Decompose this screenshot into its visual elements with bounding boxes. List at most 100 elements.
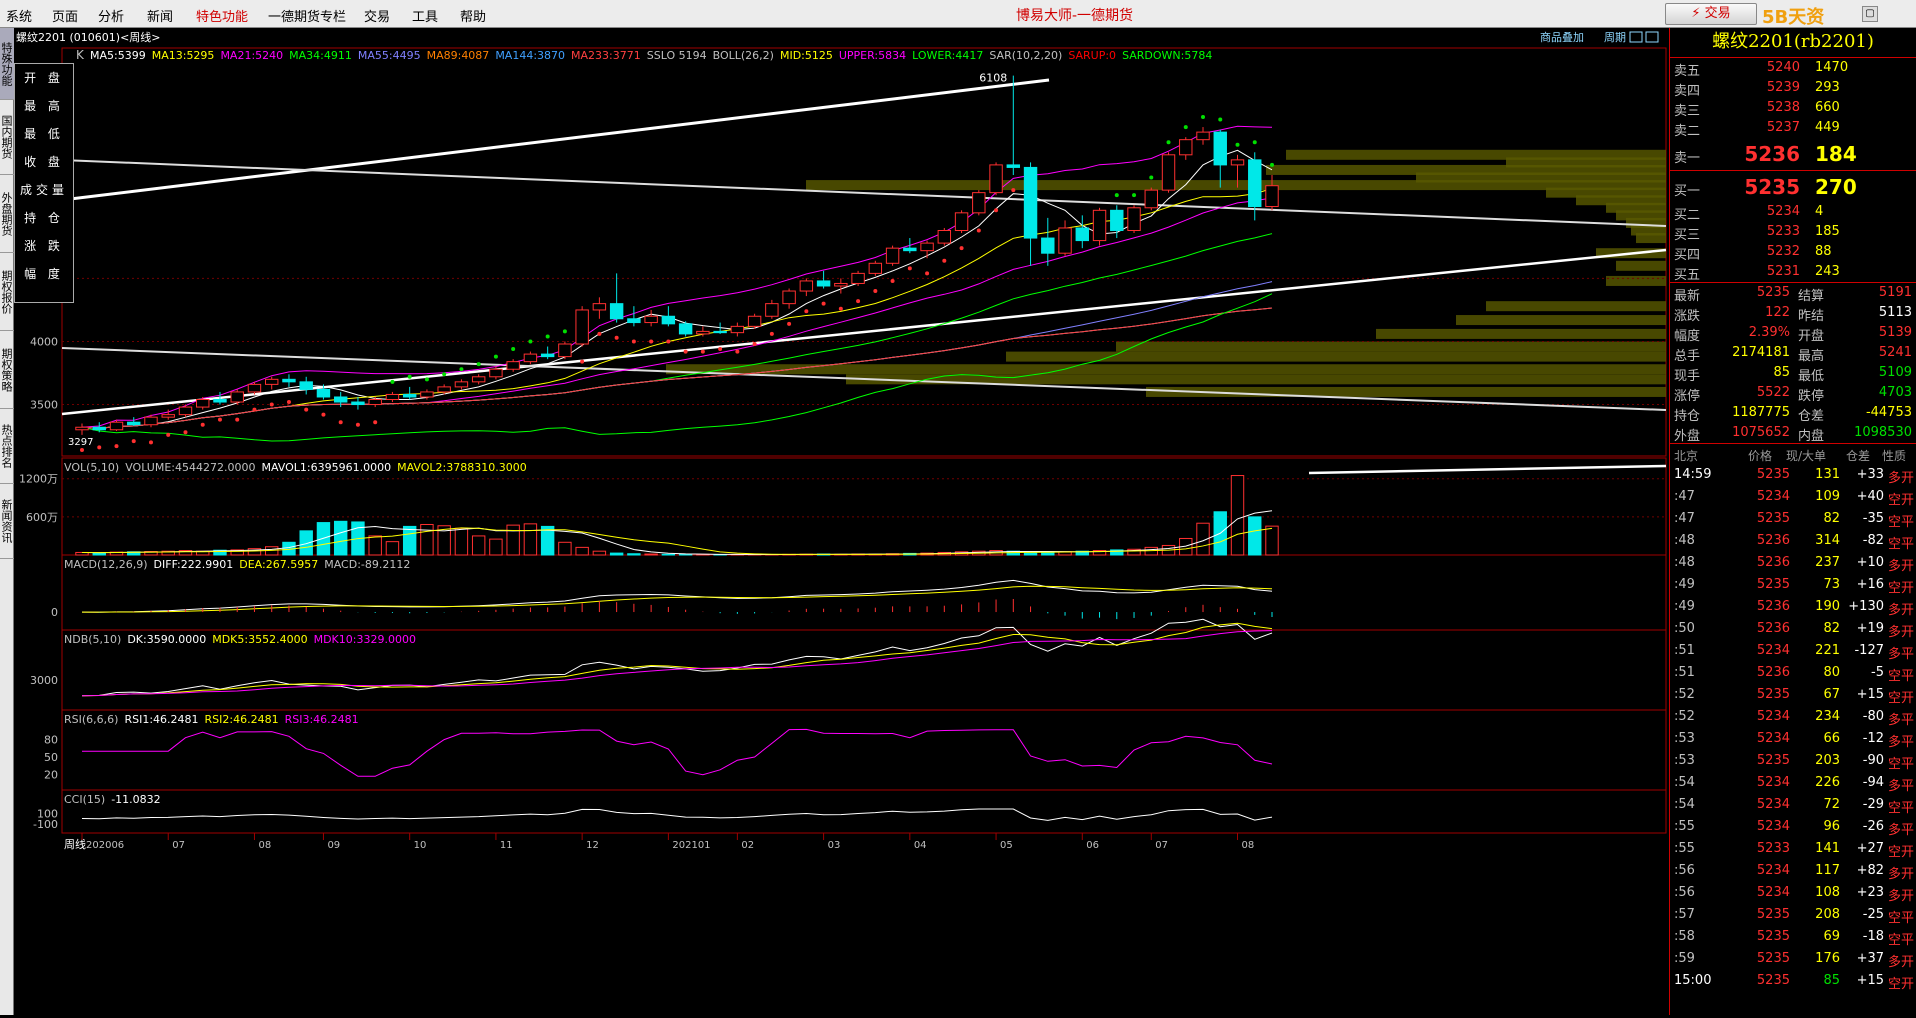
sar-dot [925,271,930,276]
overlay-button[interactable]: 商品叠加 [1540,30,1584,44]
tick-row[interactable]: :53 5234 66 -12 多平 [1670,727,1916,750]
stat-row: 幅度 2.39% 开盘 5139 [1670,323,1916,344]
info-open: 开 盘 [24,71,64,85]
menu-system[interactable]: 系统 [6,6,32,25]
candle-body [92,426,106,431]
chart-area[interactable]: 4500400035001200万600万 61083297VOL(5,10)V… [14,28,1668,1015]
tick-row[interactable]: :54 5234 226 -94 多平 [1670,771,1916,794]
tick-price: 5235 [1756,951,1790,966]
tick-header-type: 性质 [1882,449,1907,463]
tick-row[interactable]: :49 5236 190 +130 多开 [1670,595,1916,618]
lefttab-domestic[interactable]: 国内期货 [0,100,14,175]
tick-volume: 141 [1815,841,1840,856]
volume-bar [385,541,400,556]
tick-row[interactable]: 14:59 5235 131 +33 多开 [1670,463,1916,486]
menu-page[interactable]: 页面 [52,6,78,25]
bid1-row: 买一 5235 270 [1670,170,1916,202]
tick-row[interactable]: 15:00 5235 85 +15 空开 [1670,969,1916,992]
tick-volume: 109 [1815,489,1840,504]
candle-body [644,315,658,324]
lefttab-foreign[interactable]: 外盘期货 [0,175,14,253]
xaxis-label: 07 [172,840,185,851]
tick-oi-change: +33 [1856,467,1884,482]
candle-body [903,247,917,252]
sar-dot [373,420,378,425]
tick-row[interactable]: :58 5235 69 -18 空平 [1670,925,1916,948]
xaxis-period-label: 周线 [64,837,86,851]
lefttab-options-strategy[interactable]: 期权策略 [0,331,14,409]
indicator-value: SARUP:0 [1068,49,1116,62]
stat-label: 外盘 [1674,429,1701,444]
tick-row[interactable]: :56 5234 108 +23 多开 [1670,881,1916,904]
menu-help[interactable]: 帮助 [460,6,486,25]
tick-row[interactable]: :59 5235 176 +37 多开 [1670,947,1916,970]
tick-row[interactable]: :55 5234 96 -26 多平 [1670,815,1916,838]
tick-type: 空开 [1888,691,1915,706]
menu-analysis[interactable]: 分析 [98,6,124,25]
stat-label: 昨结 [1798,309,1825,324]
menu-special[interactable]: 特色功能 [196,6,248,25]
restore-icon[interactable]: ▢ [1862,6,1878,22]
tick-row[interactable]: :52 5235 67 +15 空开 [1670,683,1916,706]
tick-row[interactable]: :48 5236 237 +10 多开 [1670,551,1916,574]
tick-row[interactable]: :52 5234 234 -80 多平 [1670,705,1916,728]
tick-row[interactable]: :57 5235 208 -25 空平 [1670,903,1916,926]
trade-button[interactable]: ⚡ 交易 [1665,3,1757,25]
tick-row[interactable]: :48 5236 314 -82 空平 [1670,529,1916,552]
menu-column[interactable]: 一德期货专栏 [268,6,346,25]
trade-button-label: 交易 [1704,6,1731,21]
menu-trade[interactable]: 交易 [364,6,390,25]
xaxis-label: 09 [327,840,340,851]
indicator-value: SAR(10,2,20) [989,49,1062,62]
sar-dot [304,407,309,412]
lefttab-special[interactable]: 特殊功能 [0,28,14,100]
sar-dot [666,339,671,344]
tick-row[interactable]: :50 5236 82 +19 多开 [1670,617,1916,640]
tick-row[interactable]: :51 5236 80 -5 空平 [1670,661,1916,684]
tick-price: 5234 [1756,489,1790,504]
tick-price: 5236 [1756,599,1790,614]
sar-dot [166,432,171,437]
tick-list[interactable]: 14:59 5235 131 +33 多开:47 5234 109 +40 空开:47 5235 8… [1670,463,1916,992]
tick-oi-change: -25 [1862,907,1884,922]
tick-oi-change: -90 [1862,753,1884,768]
ask-book: 卖五 5240 1470 卖四 5239 293 卖三 5238 660 卖二 5237 449 [1670,58,1916,139]
tick-row[interactable]: :49 5235 73 +16 空开 [1670,573,1916,596]
period-button[interactable]: 周期 [1604,31,1626,44]
lefttab-options-quote[interactable]: 期权报价 [0,253,14,331]
tick-row[interactable]: :47 5235 82 -35 空平 [1670,507,1916,530]
vol_panel-header: VOL(5,10) VOLUME:4544272.0000 MAVOL1:63959… [64,461,527,474]
tick-volume: 221 [1815,643,1840,658]
cci_panel-axis-label: -100 [33,818,58,831]
sar-dot [148,440,153,445]
tick-row[interactable]: :51 5234 221 -127 多平 [1670,639,1916,662]
ndb_panel-axis-label: 3000 [30,674,58,687]
tick-row[interactable]: :53 5235 203 -90 空平 [1670,749,1916,772]
ask-qty: 293 [1815,80,1840,95]
candle-body [144,416,158,426]
tick-row[interactable]: :56 5234 117 +82 多开 [1670,859,1916,882]
sar-dot [804,309,809,314]
candle-body [127,421,141,426]
xaxis-label: 07 [1155,840,1168,851]
volume-bar [1230,475,1245,556]
tick-oi-change: +23 [1856,885,1884,900]
xaxis-label: 06 [1086,840,1099,851]
menu-news[interactable]: 新闻 [147,6,173,25]
lefttab-hot-rank[interactable]: 热点排名 [0,409,14,484]
kline-chart-svg[interactable]: 4500400035001200万600万 61083297VOL(5,10)V… [14,28,1668,1015]
stat-label: 跌停 [1798,389,1825,404]
sar-dot [390,379,395,384]
tick-type: 空平 [1888,669,1915,684]
lefttab-news[interactable]: 新闻资讯 [0,484,14,559]
tick-row[interactable]: :54 5234 72 -29 空平 [1670,793,1916,816]
tick-header-oi: 仓差 [1846,449,1871,463]
volume-bar [402,525,417,556]
menu-tools[interactable]: 工具 [412,6,438,25]
sar-dot [97,445,102,450]
tick-row[interactable]: :55 5233 141 +27 空开 [1670,837,1916,860]
candle-body [316,388,331,398]
candle-body [920,242,934,252]
ask-qty: 1470 [1815,60,1849,75]
tick-row[interactable]: :47 5234 109 +40 空开 [1670,485,1916,508]
